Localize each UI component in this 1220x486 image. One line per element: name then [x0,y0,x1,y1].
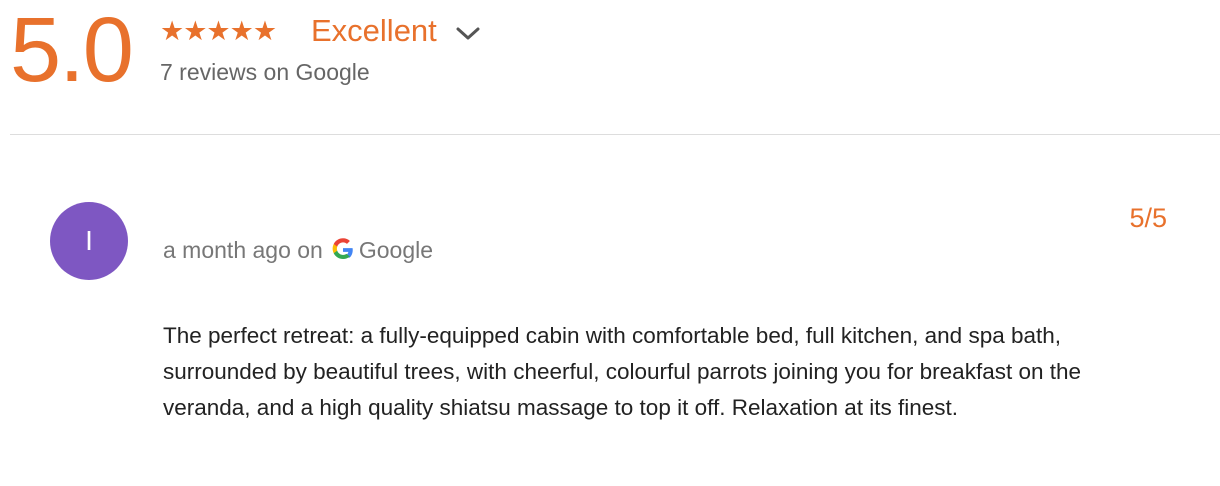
review-meta: a month ago on Google [163,236,433,264]
star-rating: ★★★★★ [160,16,277,46]
avatar: I [50,202,128,280]
review-card: I a month ago on Google 5/5 The perfect … [0,140,1220,486]
review-score: 5/5 [1129,203,1167,233]
google-g-icon [331,237,355,261]
review-time: a month ago on [163,237,323,263]
divider [10,134,1220,135]
overall-score: 5.0 [10,0,134,101]
review-count: 7 reviews on Google [160,59,370,85]
rating-label: Excellent [311,13,437,48]
chevron-down-icon[interactable] [454,20,482,46]
rating-summary: 5.0 ★★★★★ Excellent 7 reviews on Google [0,0,1220,136]
review-text: The perfect retreat: a fully-equipped ca… [163,322,1082,420]
review-source: Google [358,237,434,263]
